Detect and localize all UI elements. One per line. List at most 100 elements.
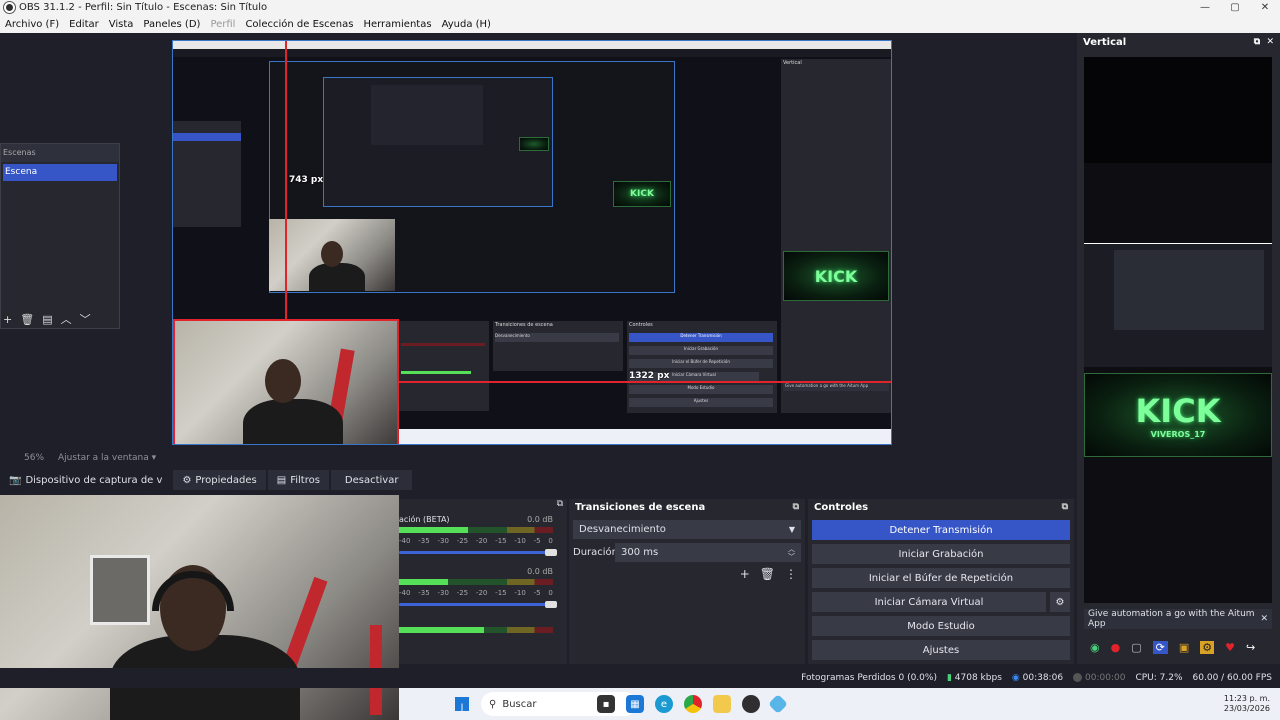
- vertical-kick-subtext: VIVEROS_17: [1150, 429, 1206, 439]
- chrome-icon[interactable]: [684, 695, 702, 713]
- volume-slider[interactable]: [399, 603, 553, 606]
- studio-mode-button[interactable]: Modo Estudio: [812, 616, 1070, 636]
- chevron-down-icon[interactable]: ﹀: [80, 311, 91, 327]
- start-replay-buffer-button[interactable]: Iniciar el Búfer de Repetición: [812, 568, 1070, 588]
- deactivate-label: Desactivar: [344, 474, 399, 486]
- nested-scene-item: [173, 133, 241, 141]
- virtual-camera-settings-button[interactable]: ⚙: [1050, 592, 1070, 612]
- mixer-channel: 0.0 dB -40 -35 -30 -25 -20 -15 -10 -5 0: [399, 565, 567, 617]
- headphones: [152, 571, 234, 611]
- aitum-banner[interactable]: Give automation a go with the Aitum App …: [1084, 609, 1272, 629]
- aitum-icon[interactable]: ↪: [1246, 641, 1255, 654]
- windows-taskbar: ⚲ Buscar ▪ ▦ e 11:23 p. m. 23/03/2026: [399, 688, 1280, 720]
- app-taskbar-icon[interactable]: [768, 694, 788, 714]
- meter-level: [399, 579, 449, 585]
- vertical-sync-icon[interactable]: ⟳: [1152, 640, 1168, 654]
- vertical-dock: Vertical ⧉ ✕ KICK VIVEROS_17 Give automa…: [1077, 33, 1280, 664]
- mixer-header: ⧉: [399, 499, 567, 513]
- menu-vista[interactable]: Vista: [104, 19, 139, 30]
- menu-ayuda[interactable]: Ayuda (H): [437, 19, 496, 30]
- preview-canvas[interactable]: KICK Controles Detener Transmisión Inici…: [172, 40, 892, 445]
- close-window-button[interactable]: ✕: [1250, 2, 1280, 13]
- controls-float-icon[interactable]: ⧉: [1062, 502, 1068, 512]
- nested-controls-dock: Controles Detener Transmisión Iniciar Gr…: [627, 321, 777, 413]
- meter-tick: -25: [456, 589, 469, 597]
- folder-icon[interactable]: ▣: [1179, 641, 1189, 654]
- vertical-kick-text: KICK: [1135, 391, 1221, 430]
- meter-tick: -25: [456, 537, 469, 545]
- windows-start-icon[interactable]: [455, 697, 469, 711]
- meter-tick: -5: [533, 589, 541, 597]
- mixer-channel: [399, 617, 567, 669]
- filters-button[interactable]: ▤ Filtros: [267, 470, 329, 490]
- gear-icon[interactable]: ⚙: [1200, 640, 1215, 654]
- vertical-black-top: [1084, 57, 1272, 163]
- close-icon[interactable]: ✕: [1266, 37, 1274, 47]
- bitrate-value: 4708 kbps: [954, 673, 1002, 683]
- vertical-preview[interactable]: KICK VIVEROS_17: [1084, 57, 1272, 603]
- maximize-button[interactable]: ▢: [1220, 2, 1250, 13]
- stream-icon[interactable]: ◉: [1090, 641, 1100, 654]
- cpu-usage: CPU: 7.2%: [1135, 673, 1183, 683]
- volume-knob[interactable]: [545, 549, 557, 556]
- menu-coleccion-escenas[interactable]: Colección de Escenas: [240, 19, 358, 30]
- aitum-banner-text: Give automation a go with the Aitum App: [1088, 609, 1255, 629]
- meter-tick: 0: [548, 537, 553, 545]
- transitions-dock: Transiciones de escena ⧉ Desvanecimiento…: [569, 499, 805, 664]
- close-icon[interactable]: ✕: [1260, 614, 1268, 624]
- taskbar-clock[interactable]: 11:23 p. m. 23/03/2026: [1224, 694, 1270, 714]
- trash-icon[interactable]: 🗑: [760, 567, 775, 581]
- vertical-controls: ◉ ● ▢ ⟳ ▣ ⚙ ♥ ↪: [1084, 637, 1272, 657]
- meter-tick: -30: [437, 589, 449, 597]
- settings-button[interactable]: Ajustes: [812, 640, 1070, 660]
- vertical-header: Vertical ⧉ ✕: [1077, 33, 1280, 51]
- meter-level: [399, 627, 484, 633]
- menu-archivo[interactable]: Archivo (F): [0, 19, 64, 30]
- nested-mixer-dock: [399, 321, 489, 411]
- fit-to-window-select[interactable]: Ajustar a la ventana ▾: [58, 453, 156, 463]
- selection-box[interactable]: [173, 319, 399, 444]
- nested-fade: Desvanecimiento: [495, 333, 619, 342]
- gear-icon: ⚙: [182, 474, 192, 486]
- meter-tick: -20: [475, 589, 488, 597]
- zoom-value[interactable]: 56%: [24, 453, 44, 463]
- menu-paneles[interactable]: Paneles (D): [138, 19, 205, 30]
- obs-taskbar-icon[interactable]: [742, 695, 760, 713]
- source-toolbar: 📷 Dispositivo de captura de v ⚙ Propieda…: [0, 469, 1072, 491]
- minimize-button[interactable]: —: [1190, 2, 1220, 13]
- start-recording-button[interactable]: Iniciar Grabación: [812, 544, 1070, 564]
- volume-meter: [399, 579, 553, 585]
- menu-herramientas[interactable]: Herramientas: [358, 19, 436, 30]
- meter-level: [399, 527, 469, 533]
- add-transition-button[interactable]: +: [740, 567, 750, 581]
- transitions-float-icon[interactable]: ⧉: [793, 502, 799, 512]
- stop-streaming-button[interactable]: Detener Transmisión: [812, 520, 1070, 540]
- deactivate-button[interactable]: Desactivar: [330, 470, 413, 490]
- add-scene-button[interactable]: +: [3, 313, 12, 326]
- transition-select[interactable]: Desvanecimiento ▼: [573, 520, 801, 539]
- edge-icon[interactable]: e: [655, 695, 673, 713]
- store-icon[interactable]: ▦: [626, 695, 644, 713]
- volume-slider[interactable]: [399, 551, 553, 554]
- file-explorer-icon[interactable]: [713, 695, 731, 713]
- measure-line-horizontal: [399, 381, 891, 383]
- start-virtual-camera-button[interactable]: Iniciar Cámara Virtual: [812, 592, 1046, 612]
- volume-knob[interactable]: [545, 601, 557, 608]
- filter-icon[interactable]: ▤: [42, 313, 52, 326]
- scene-item[interactable]: Escena: [3, 164, 117, 181]
- record-icon[interactable]: ●: [1111, 641, 1121, 654]
- properties-button[interactable]: ⚙ Propiedades: [173, 470, 266, 490]
- menu-editar[interactable]: Editar: [64, 19, 104, 30]
- dropdown-arrow-icon: ▼: [788, 525, 795, 534]
- trash-icon[interactable]: 🗑: [20, 313, 34, 326]
- more-menu-icon[interactable]: ⋮: [785, 567, 797, 581]
- heart-icon[interactable]: ♥: [1225, 641, 1235, 654]
- spinner-arrows-icon[interactable]: ︿ ﹀: [788, 545, 795, 561]
- replay-icon[interactable]: ▢: [1131, 641, 1141, 654]
- chevron-up-icon[interactable]: ︿: [61, 311, 72, 327]
- task-view-icon[interactable]: ▪: [597, 695, 615, 713]
- taskbar-search-label: Buscar: [502, 698, 537, 710]
- mixer-float-icon[interactable]: ⧉: [557, 499, 563, 509]
- float-icon[interactable]: ⧉: [1254, 37, 1260, 47]
- duration-spinbox[interactable]: 300 ms ︿ ﹀: [615, 543, 801, 562]
